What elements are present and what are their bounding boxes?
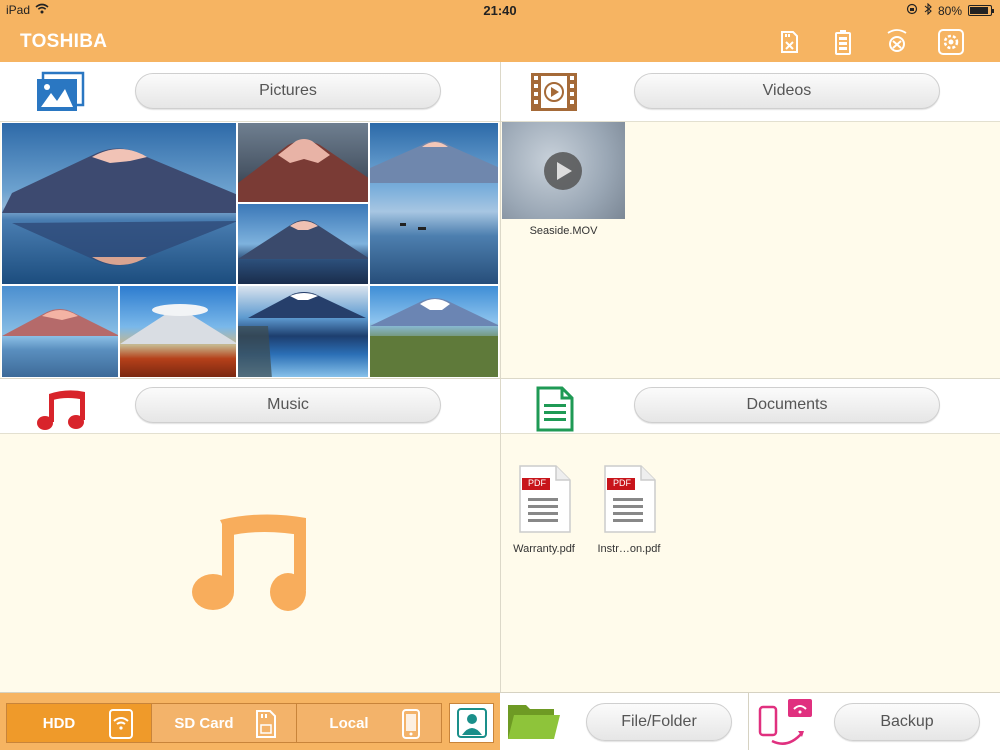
documents-panel: Documents PDF Warranty.pdf PDF Instr…on.…: [500, 378, 1000, 692]
account-button[interactable]: [449, 703, 494, 743]
brand-logo: TOSHIBA: [20, 31, 108, 52]
folder-icon[interactable]: [506, 699, 562, 748]
panel-divider-vertical: [500, 62, 501, 692]
pictures-icon[interactable]: [32, 68, 88, 116]
battery-icon: [968, 5, 994, 16]
top-bar: iPad 21:40 80% TOSHIBA: [0, 0, 1000, 62]
video-file-name: Seaside.MOV: [529, 225, 598, 237]
photo-thumbnail[interactable]: [119, 285, 237, 378]
bottom-bar: HDD SD Card Local File/Folder Backup: [0, 692, 1000, 750]
music-icon[interactable]: [32, 384, 88, 432]
phone-icon: [399, 709, 423, 739]
pdf-file-icon: [519, 465, 571, 533]
videos-icon[interactable]: [526, 68, 582, 116]
user-icon: [456, 708, 487, 738]
battery-status-icon[interactable]: [828, 28, 858, 56]
status-bar: iPad 21:40 80%: [0, 0, 1000, 22]
document-file-name: Warranty.pdf: [513, 543, 575, 555]
panel-divider-horizontal: [0, 378, 1000, 379]
photo-thumbnail[interactable]: [237, 122, 369, 203]
backup-button[interactable]: Backup: [834, 703, 980, 741]
bluetooth-icon: [924, 2, 932, 18]
pdf-badge: PDF: [528, 478, 546, 488]
music-header: Music: [0, 378, 500, 434]
bottom-divider: [748, 693, 749, 750]
photo-thumbnail[interactable]: [237, 203, 369, 285]
storage-tab-local[interactable]: Local: [296, 703, 442, 743]
backup-icon[interactable]: [758, 697, 814, 750]
settings-icon[interactable]: [936, 28, 966, 56]
storage-tab-sd-card[interactable]: SD Card: [151, 703, 297, 743]
photo-thumbnail[interactable]: [237, 285, 369, 378]
document-file-name: Instr…on.pdf: [597, 543, 661, 555]
videos-header: Videos: [500, 62, 1000, 122]
battery-percent: 80%: [937, 3, 962, 18]
pictures-header: Pictures: [0, 62, 500, 122]
wifi-settings-icon[interactable]: [882, 28, 912, 56]
file-folder-button[interactable]: File/Folder: [586, 703, 732, 741]
photo-thumbnail[interactable]: [369, 285, 499, 378]
pictures-button[interactable]: Pictures: [135, 73, 441, 109]
play-icon: [544, 152, 582, 190]
orientation-lock-icon: [906, 3, 918, 18]
sd-card-icon: [254, 709, 278, 739]
document-file-item[interactable]: PDF Instr…on.pdf: [588, 464, 670, 555]
music-button[interactable]: Music: [135, 387, 441, 423]
video-file-item[interactable]: Seaside.MOV: [502, 122, 625, 237]
music-placeholder-icon: [192, 512, 310, 619]
music-panel: Music: [0, 378, 500, 692]
status-time: 21:40: [483, 3, 517, 18]
sd-transfer-icon[interactable]: [774, 28, 804, 56]
storage-tab-hdd[interactable]: HDD: [6, 703, 152, 743]
video-thumbnail[interactable]: [502, 122, 625, 219]
documents-button[interactable]: Documents: [634, 387, 940, 423]
pdf-badge: PDF: [613, 478, 631, 488]
pdf-file-icon: [604, 465, 656, 533]
photo-thumbnail[interactable]: [369, 122, 499, 285]
storage-selector: HDD SD Card Local: [0, 693, 500, 750]
document-file-item[interactable]: PDF Warranty.pdf: [508, 464, 580, 555]
photo-thumbnail[interactable]: [1, 285, 119, 378]
pictures-panel: Pictures: [0, 62, 500, 378]
photo-thumbnail[interactable]: [1, 122, 237, 285]
documents-header: Documents: [500, 378, 1000, 434]
hdd-wifi-icon: [109, 709, 133, 739]
documents-icon[interactable]: [526, 384, 582, 432]
videos-button[interactable]: Videos: [634, 73, 940, 109]
videos-panel: Videos Seaside.MOV: [500, 62, 1000, 378]
